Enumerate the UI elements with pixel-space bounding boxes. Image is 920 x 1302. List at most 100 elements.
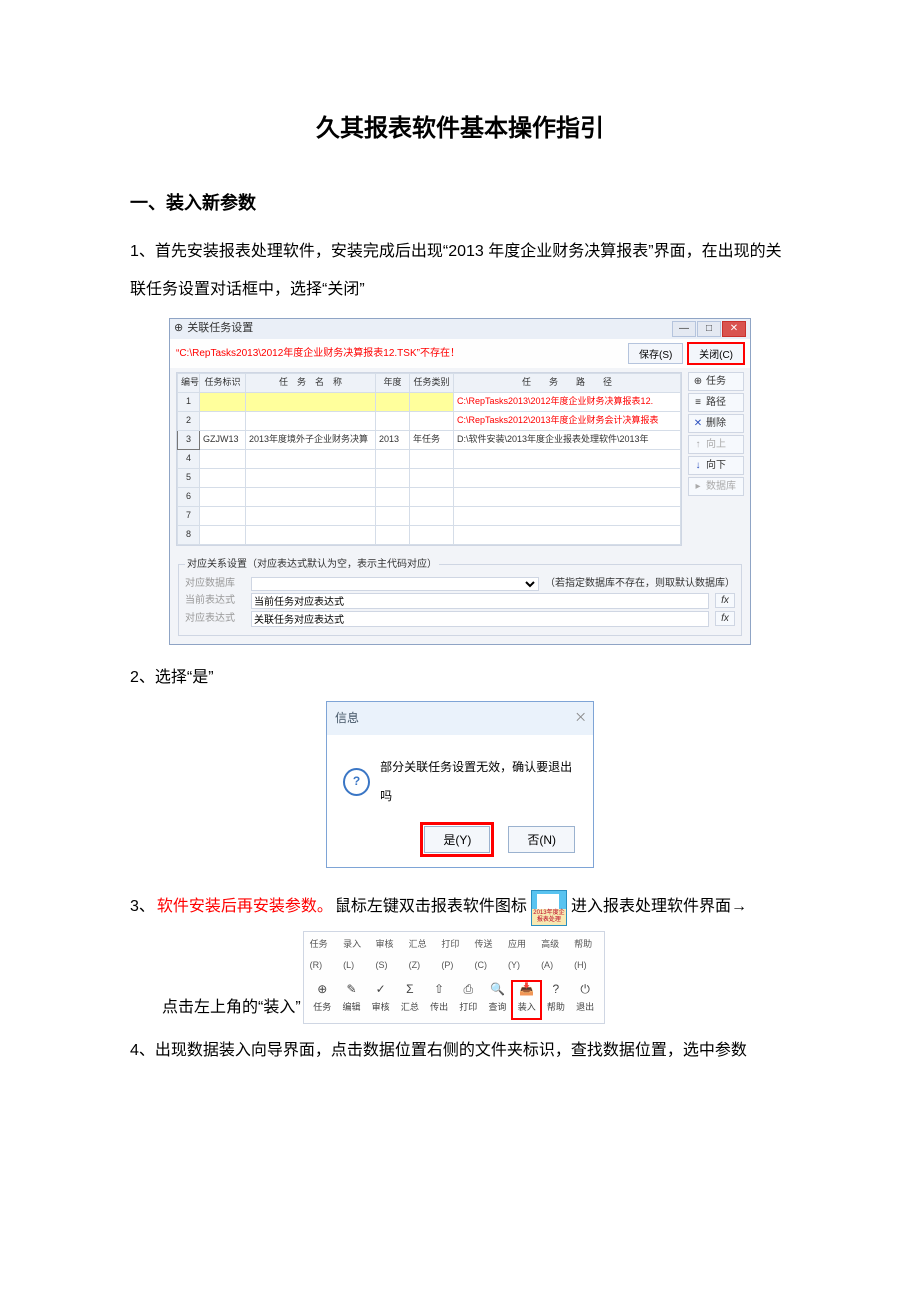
report-app-icon[interactable]: 2013年度企 报表处理 [531, 890, 567, 926]
p3-text2: 进入报表处理软件界面→ [571, 888, 747, 926]
db-label: 对应数据库 [185, 577, 245, 590]
p3-num: 3、 [130, 888, 155, 926]
tb-exit[interactable]: ⏻退出 [571, 981, 600, 1019]
cur-expr-label: 当前表达式 [185, 594, 245, 607]
tb-sum[interactable]: Σ汇总 [395, 981, 424, 1019]
fx-button[interactable]: fx [715, 611, 735, 626]
sidebar-label: 向上 [706, 438, 726, 451]
tb-label: 退出 [576, 997, 594, 1019]
table-row[interactable]: 8 [178, 525, 681, 544]
sidebar-db-button[interactable]: ▸数据库 [688, 477, 744, 496]
table-row[interactable]: 3 GZJW13 2013年度境外子企业财务决算 2013 年任务 D:\软件安… [178, 430, 681, 449]
col-year: 年度 [376, 373, 410, 392]
table-row[interactable]: 7 [178, 506, 681, 525]
menu-task[interactable]: 任务(R) [310, 934, 334, 977]
menu-print[interactable]: 打印(P) [441, 934, 464, 977]
sidebar-down-button[interactable]: ↓向下 [688, 456, 744, 475]
tb-label: 装入 [518, 997, 536, 1019]
tb-edit[interactable]: ✎编辑 [337, 981, 366, 1019]
menu-app[interactable]: 应用(Y) [508, 934, 531, 977]
menu-sum[interactable]: 汇总(Z) [409, 934, 432, 977]
section-1-heading: 一、装入新参数 [130, 182, 790, 225]
row-number: 1 [178, 392, 200, 411]
no-button[interactable]: 否(N) [508, 826, 575, 853]
db-select[interactable] [251, 577, 539, 591]
tb-label: 查询 [488, 997, 506, 1019]
window-maximize-button[interactable]: □ [697, 321, 721, 337]
sidebar-path-button[interactable]: ≡路径 [688, 393, 744, 412]
sidebar-label: 任务 [706, 375, 726, 388]
task-name: 2013年度境外子企业财务决算 [246, 430, 376, 449]
path-icon: ≡ [693, 396, 703, 409]
window-close-button[interactable]: ✕ [722, 321, 746, 337]
save-button[interactable]: 保存(S) [628, 343, 683, 364]
row-number: 6 [178, 487, 200, 506]
yes-button[interactable]: 是(Y) [424, 826, 490, 853]
tb-query[interactable]: 🔍查询 [483, 981, 512, 1019]
table-row[interactable]: 1 C:\RepTasks2013\2012年度企业财务决算报表12. [178, 392, 681, 411]
delete-icon: ✕ [693, 417, 703, 430]
task-path: C:\RepTasks2013\2012年度企业财务决算报表12. [454, 392, 681, 411]
tb-label: 传出 [430, 997, 448, 1019]
dialog-sidebar: ⊕任务 ≡路径 ✕删除 ↑向上 ↓向下 ▸数据库 [688, 372, 744, 546]
window-minimize-button[interactable]: — [672, 321, 696, 337]
app-icon: ⊕ [174, 321, 183, 335]
p3-highlight: 软件安装后再安装参数。 [157, 888, 333, 926]
relation-legend: 对应关系设置（对应表达式默认为空，表示主代码对应） [185, 558, 439, 571]
p3-text: 鼠标左键双击报表软件图标 [335, 888, 527, 926]
send-icon: ⇧ [431, 981, 447, 997]
cur-expr-input[interactable] [251, 593, 709, 609]
table-row[interactable]: 2 C:\RepTasks2012\2013年度企业财务会计决算报表 [178, 411, 681, 430]
tb-help[interactable]: ?帮助 [541, 981, 570, 1019]
col-name: 任 务 名 称 [246, 373, 376, 392]
tb-audit[interactable]: ✓审核 [366, 981, 395, 1019]
sidebar-label: 向下 [706, 459, 726, 472]
task-icon: ⊕ [693, 375, 703, 388]
sidebar-task-button[interactable]: ⊕任务 [688, 372, 744, 391]
menu-bar: 任务(R) 录入(L) 审核(S) 汇总(Z) 打印(P) 传送(C) 应用(Y… [304, 932, 604, 979]
menu-adv[interactable]: 高级(A) [541, 934, 564, 977]
table-row[interactable]: 5 [178, 468, 681, 487]
row-number: 4 [178, 449, 200, 468]
paragraph-2: 2、选择“是” [130, 659, 790, 697]
tb-print[interactable]: ⎙打印 [454, 981, 483, 1019]
menu-send[interactable]: 传送(C) [474, 934, 498, 977]
rel-expr-label: 对应表达式 [185, 612, 245, 625]
row-number: 8 [178, 525, 200, 544]
table-row[interactable]: 4 [178, 449, 681, 468]
info-close-button[interactable]: ⨉ [576, 705, 585, 731]
info-message: 部分关联任务设置无效，确认要退出吗 [380, 753, 577, 811]
db-hint: （若指定数据库不存在，则取默认数据库） [545, 577, 735, 590]
arrow-up-icon: ↑ [693, 438, 703, 451]
tb-load[interactable]: 📥装入 [512, 981, 541, 1019]
fx-button[interactable]: fx [715, 593, 735, 608]
tb-task[interactable]: ⊕任务 [308, 981, 337, 1019]
tb-label: 任务 [313, 997, 331, 1019]
dialog-titlebar: ⊕ 关联任务设置 — □ ✕ [170, 319, 750, 339]
p3e-text: 点击左上角的“装入” [162, 989, 301, 1027]
close-button[interactable]: 关闭(C) [688, 343, 744, 364]
menu-help[interactable]: 帮助(H) [574, 934, 598, 977]
sidebar-delete-button[interactable]: ✕删除 [688, 414, 744, 433]
task-type: 年任务 [410, 430, 454, 449]
menu-audit[interactable]: 审核(S) [376, 934, 399, 977]
task-table: 编号 任务标识 任 务 名 称 年度 任务类别 任 务 路 径 1 C:\Rep… [176, 372, 682, 546]
paragraph-3: 3、 软件安装后再安装参数。 鼠标左键双击报表软件图标 2013年度企 报表处理… [130, 888, 790, 926]
menu-input[interactable]: 录入(L) [343, 934, 365, 977]
sidebar-up-button[interactable]: ↑向上 [688, 435, 744, 454]
task-year: 2013 [376, 430, 410, 449]
info-dialog: 信息 ⨉ ? 部分关联任务设置无效，确认要退出吗 是(Y) 否(N) [326, 701, 594, 868]
print-icon: ⎙ [460, 981, 476, 997]
tb-label: 打印 [459, 997, 477, 1019]
dialog-title: 关联任务设置 [187, 321, 253, 335]
paragraph-3b: 点击左上角的“装入” 任务(R) 录入(L) 审核(S) 汇总(Z) 打印(P)… [130, 927, 790, 1028]
tb-send[interactable]: ⇧传出 [424, 981, 453, 1019]
sidebar-label: 数据库 [706, 480, 736, 493]
sidebar-label: 路径 [706, 396, 726, 409]
app-icon-caption: 2013年度企 报表处理 [532, 909, 566, 925]
question-icon: ? [343, 768, 370, 796]
table-row[interactable]: 6 [178, 487, 681, 506]
exit-icon: ⏻ [577, 981, 593, 997]
col-type: 任务类别 [410, 373, 454, 392]
rel-expr-input[interactable] [251, 611, 709, 627]
